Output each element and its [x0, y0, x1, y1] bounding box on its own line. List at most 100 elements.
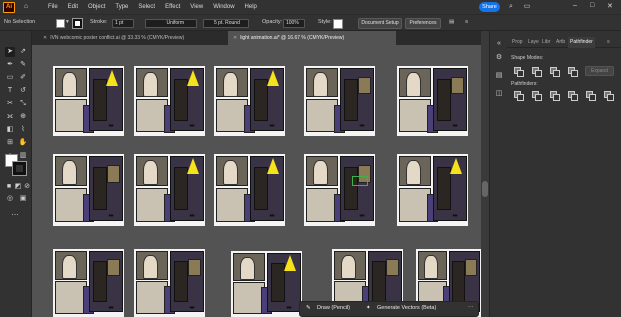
menu-file[interactable]: File: [48, 4, 58, 10]
generate-vectors-button[interactable]: Generate Vectors (Beta): [377, 305, 436, 311]
document-setup-button[interactable]: Document Setup: [358, 18, 402, 29]
tools-panel: ➤ ⇗ ✒ ✎ ▭ ✐ T ↺ ✂ ⤡ ⟗ ⊕ ◧ ⌇ ⊞ ✋ ⌕ ▥ ■ ◩ …: [0, 31, 32, 317]
artboard-thumbnail[interactable]: •••: [134, 249, 205, 317]
artboard-thumbnail[interactable]: •••: [304, 66, 375, 136]
maximize-icon[interactable]: □: [590, 2, 594, 9]
width-tool-icon[interactable]: ⟗: [5, 112, 15, 122]
variable-width-profile[interactable]: Uniform: [145, 19, 197, 28]
artboard-thumbnail[interactable]: •••: [134, 154, 205, 226]
menu-select[interactable]: Select: [138, 4, 155, 10]
menu-help[interactable]: Help: [245, 4, 257, 10]
properties-icon[interactable]: ⚙: [494, 53, 504, 63]
pen-tool-icon[interactable]: ✒: [5, 60, 15, 70]
minimize-icon[interactable]: –: [573, 2, 577, 9]
hand-tool-icon[interactable]: ✋: [18, 138, 28, 148]
workspace-icon[interactable]: ▭: [523, 3, 531, 11]
panel-collapse-icon[interactable]: «: [494, 39, 504, 49]
minus-back-icon[interactable]: [604, 91, 614, 101]
divide-icon[interactable]: [514, 91, 524, 101]
trim-icon[interactable]: [532, 91, 542, 101]
fill-swatch[interactable]: [56, 19, 65, 28]
comic-figure: [61, 160, 78, 186]
stroke-swatch[interactable]: [72, 18, 83, 29]
artboard-tool-icon[interactable]: ⊞: [5, 138, 15, 148]
draw-pencil-button[interactable]: Draw (Pencil): [317, 305, 350, 311]
close-tab-icon[interactable]: ✕: [233, 35, 237, 41]
pencil-icon[interactable]: ✎: [306, 305, 311, 311]
opacity-field[interactable]: 100%: [283, 19, 305, 28]
artboard-thumbnail[interactable]: •••: [53, 249, 124, 317]
shape-builder-tool-icon[interactable]: ⊕: [18, 112, 28, 122]
artboard-thumbnail[interactable]: •••: [53, 66, 124, 136]
scale-tool-icon[interactable]: ⤡: [18, 99, 28, 109]
menu-type[interactable]: Type: [115, 4, 128, 10]
direct-selection-tool-icon[interactable]: ⇗: [18, 47, 28, 57]
draw-mode-icon[interactable]: ◎: [5, 194, 15, 204]
rectangle-tool-icon[interactable]: ▭: [5, 73, 15, 83]
home-icon[interactable]: ⌂: [22, 3, 30, 11]
menu-edit[interactable]: Edit: [68, 4, 78, 10]
exclude-icon[interactable]: [568, 67, 578, 77]
artboard-thumbnail[interactable]: •••: [304, 154, 375, 226]
brush-definition[interactable]: 5 pt. Round: [203, 19, 249, 28]
tab-properties[interactable]: Prop: [512, 37, 523, 48]
arrange-icon[interactable]: ▤: [449, 19, 454, 25]
outline-icon[interactable]: [586, 91, 596, 101]
type-tool-icon[interactable]: T: [5, 86, 15, 96]
artboard-thumbnail[interactable]: •••: [214, 154, 285, 226]
artboard-thumbnail[interactable]: •••: [231, 251, 302, 317]
close-icon[interactable]: ✕: [607, 2, 613, 10]
minus-front-icon[interactable]: [532, 67, 542, 77]
eyedropper-tool-icon[interactable]: ⌇: [18, 125, 28, 135]
merge-icon[interactable]: [550, 91, 560, 101]
stroke-weight-field[interactable]: 1 pt: [112, 19, 134, 28]
artboard-thumbnail[interactable]: •••: [134, 66, 205, 136]
tab-ivn-webcomic-poster[interactable]: ✕ IVN webcomic poster conflict.ai @ 33.33…: [38, 31, 224, 45]
scissors-tool-icon[interactable]: ✂: [5, 99, 15, 109]
stroke-color-icon[interactable]: [12, 161, 27, 176]
menu-effect[interactable]: Effect: [165, 4, 180, 10]
menu-window[interactable]: Window: [213, 4, 234, 10]
selection-highlight: [352, 176, 368, 186]
unite-icon[interactable]: [514, 67, 524, 77]
tab-light-animation[interactable]: ✕ light animation.ai* @ 16.67 % (CMYK/Pre…: [228, 31, 396, 45]
graphic-style-swatch[interactable]: [333, 19, 343, 29]
libraries-icon[interactable]: ◫: [494, 89, 504, 99]
comic-figure: [222, 72, 239, 97]
vertical-scrollbar[interactable]: [481, 31, 489, 317]
artboard-thumbnail[interactable]: •••: [214, 66, 285, 136]
tab-artboards[interactable]: Artb: [556, 37, 565, 48]
more-options-icon[interactable]: ⋯: [468, 305, 474, 311]
artboard-thumbnail[interactable]: •••: [53, 154, 124, 226]
menu-view[interactable]: View: [190, 4, 203, 10]
tab-libraries[interactable]: Libr: [542, 37, 550, 48]
preferences-button[interactable]: Preferences: [405, 18, 441, 29]
chevron-down-icon[interactable]: ▾: [66, 19, 69, 25]
rotate-tool-icon[interactable]: ↺: [18, 86, 28, 96]
none-mode-icon[interactable]: ⊘: [22, 182, 32, 192]
panel-menu-icon[interactable]: ≡: [607, 37, 610, 48]
graph-tool-icon[interactable]: ▥: [18, 151, 28, 161]
generate-vectors-icon[interactable]: ✦: [366, 305, 371, 311]
scroll-thumb[interactable]: [482, 181, 488, 197]
artboard-thumbnail[interactable]: •••: [397, 66, 468, 136]
artboard-canvas[interactable]: ••••••••••••••••••••••••••••••••••••••••…: [32, 45, 481, 317]
intersect-icon[interactable]: [550, 67, 560, 77]
selection-tool-icon[interactable]: ➤: [5, 47, 15, 57]
artboard-thumbnail[interactable]: •••: [397, 154, 468, 226]
expand-button[interactable]: Expand: [585, 66, 614, 76]
menu-object[interactable]: Object: [88, 4, 105, 10]
gradient-tool-icon[interactable]: ◧: [5, 125, 15, 135]
close-tab-icon[interactable]: ✕: [43, 35, 47, 41]
edit-toolbar-icon[interactable]: ⋯: [10, 211, 20, 221]
tab-pathfinder[interactable]: Pathfinder: [568, 37, 595, 48]
pencil-tool-icon[interactable]: ✎: [18, 60, 28, 70]
layers-icon[interactable]: ▤: [494, 71, 504, 81]
tab-layers[interactable]: Laye: [528, 37, 539, 48]
share-button[interactable]: Share: [479, 2, 500, 12]
paintbrush-tool-icon[interactable]: ✐: [18, 73, 28, 83]
search-icon[interactable]: ⌕: [507, 3, 515, 11]
panel-menu-icon[interactable]: ≡: [465, 19, 468, 25]
screen-mode-icon[interactable]: ▣: [18, 194, 28, 204]
crop-icon[interactable]: [568, 91, 578, 101]
